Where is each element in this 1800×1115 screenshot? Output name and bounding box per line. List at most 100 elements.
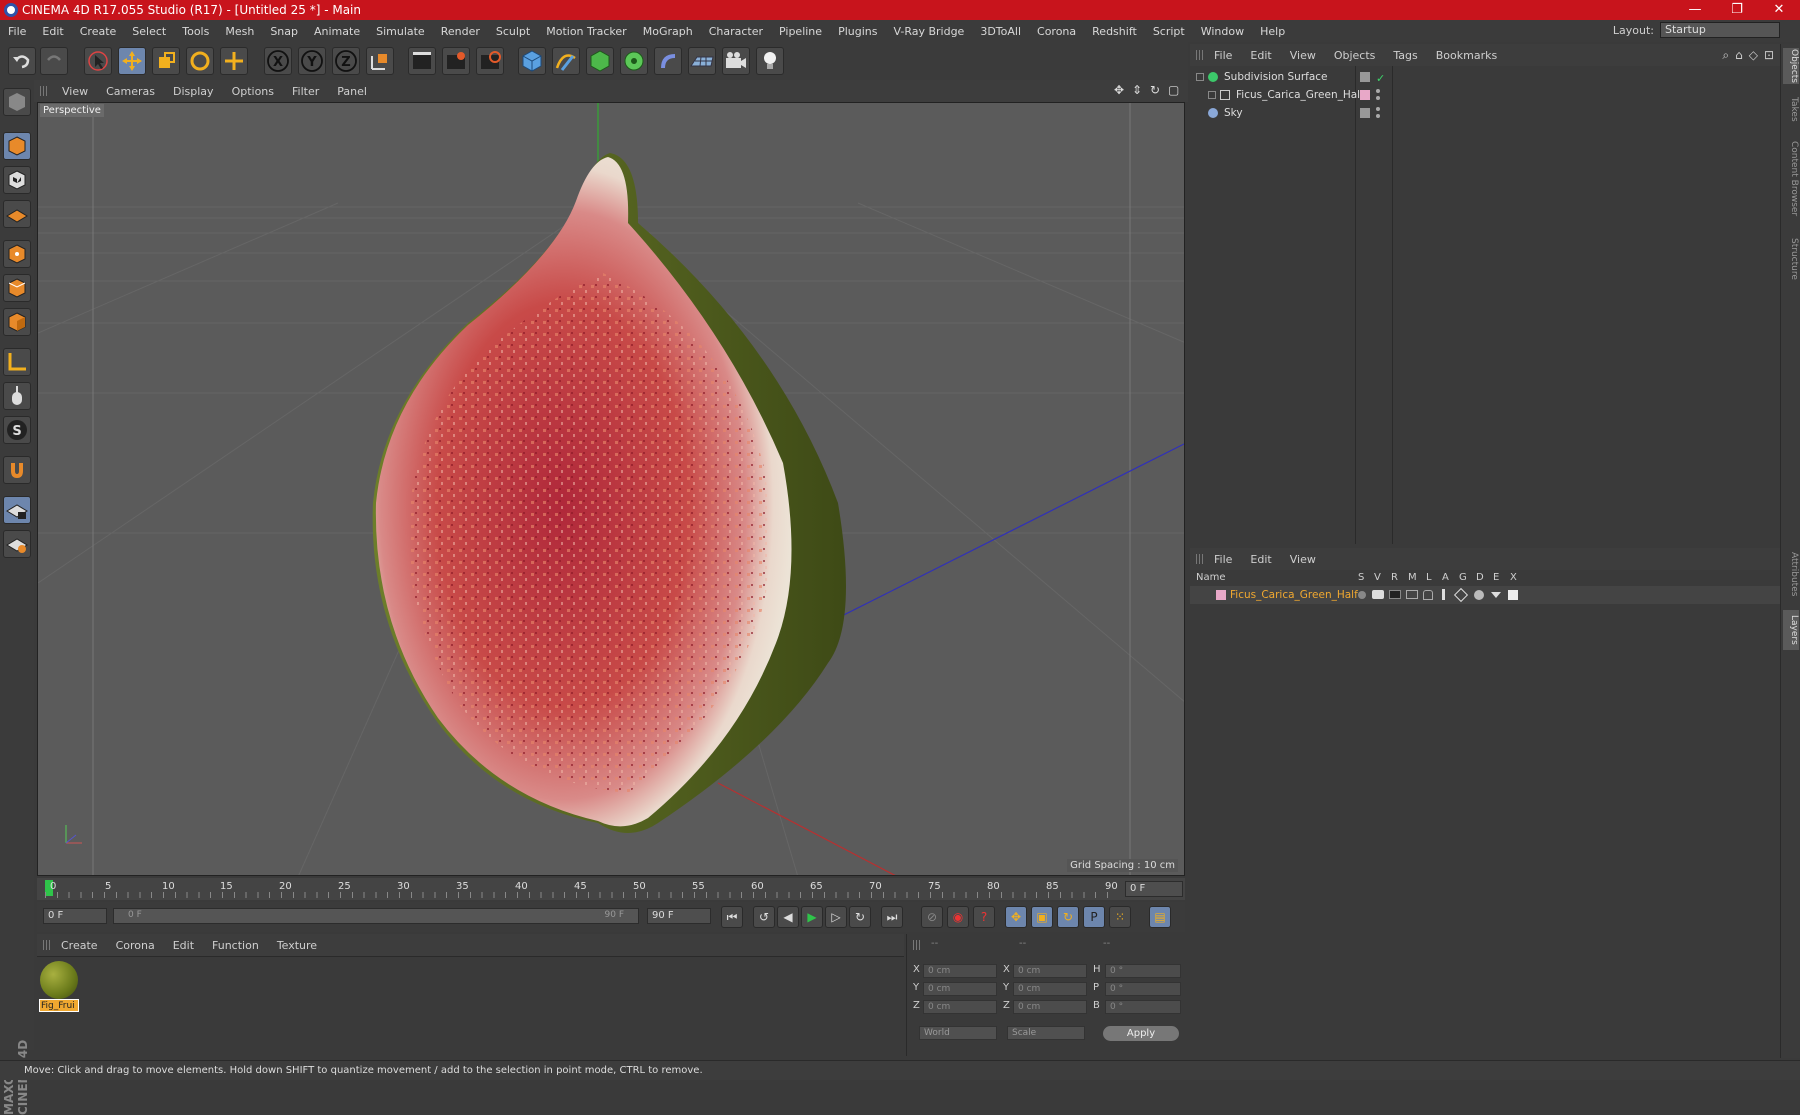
layer-swatch-icon[interactable] [1360,72,1370,82]
tab-content-browser[interactable]: Content Browser [1783,134,1799,224]
viewport-menu-view[interactable]: View [62,85,88,98]
menu-window[interactable]: Window [1201,25,1244,38]
end-frame-field[interactable]: 90 F [647,908,711,924]
close-button[interactable]: ✕ [1758,0,1800,20]
size-y-field[interactable]: 0 cm [1013,982,1087,996]
material-menu-create[interactable]: Create [61,939,98,952]
expand-toggle-icon[interactable] [1208,91,1216,99]
key-position-icon[interactable]: ✥ [1005,906,1027,928]
menu-mesh[interactable]: Mesh [225,25,254,38]
preview-range-slider[interactable]: 0 F 90 F [113,908,639,924]
position-y-field[interactable]: 0 cm [923,982,997,996]
layer-name[interactable]: Ficus_Carica_Green_Half [1230,586,1358,604]
menu-select[interactable]: Select [132,25,166,38]
objects-menu-tags[interactable]: Tags [1393,49,1417,62]
rotation-h-field[interactable]: 0 ° [1105,964,1181,978]
live-selection-icon[interactable] [84,47,112,75]
objects-menu-bookmarks[interactable]: Bookmarks [1436,49,1497,62]
array-cloner-icon[interactable] [620,47,648,75]
z-axis-lock-icon[interactable]: Z [332,47,360,75]
minimize-button[interactable]: — [1674,0,1716,20]
edge-mode-icon[interactable] [3,274,31,302]
menu-motion-tracker[interactable]: Motion Tracker [546,25,626,38]
object-row[interactable]: Ficus_Carica_Green_Half [1190,86,1780,104]
objects-menu-edit[interactable]: Edit [1250,49,1271,62]
lock-icon[interactable] [1423,590,1433,600]
layer-color-icon[interactable] [1360,90,1370,100]
collapse-toggle-icon[interactable] [1196,73,1204,81]
coordinate-system-icon[interactable] [366,47,394,75]
tab-layers[interactable]: Layers [1783,610,1799,650]
light-object-icon[interactable] [756,47,784,75]
menu-vray-bridge[interactable]: V-Ray Bridge [893,25,964,38]
viewport-camera-label[interactable]: Perspective [40,104,104,117]
tab-takes[interactable]: Takes [1783,94,1799,124]
object-name[interactable]: Ficus_Carica_Green_Half [1236,86,1364,104]
material-menu-function[interactable]: Function [212,939,259,952]
objects-menu-file[interactable]: File [1214,49,1232,62]
make-editable-icon[interactable] [3,88,31,116]
undo-button[interactable] [8,47,36,75]
menu-pipeline[interactable]: Pipeline [779,25,822,38]
object-row[interactable]: Subdivision Surface ✓ [1190,68,1780,86]
panel-grip-icon[interactable] [913,940,921,950]
rotate-tool-icon[interactable] [186,47,214,75]
render-dot-icon[interactable] [1376,114,1380,118]
y-axis-lock-icon[interactable]: Y [298,47,326,75]
workplane-mode-icon[interactable] [3,200,31,228]
objects-menu-objects[interactable]: Objects [1334,49,1376,62]
layer-row[interactable]: Ficus_Carica_Green_Half [1190,586,1780,604]
visibility-dot-icon[interactable] [1376,107,1380,111]
visible-eye-icon[interactable] [1372,590,1384,599]
next-frame-icon[interactable]: ▷ [825,906,847,928]
xref-toggle-icon[interactable] [1508,590,1518,600]
object-row[interactable]: Sky [1190,104,1780,122]
menu-help[interactable]: Help [1260,25,1285,38]
go-to-end-icon[interactable]: ⏭ [881,906,903,928]
redo-button[interactable] [40,47,68,75]
objects-menu-view[interactable]: View [1290,49,1316,62]
render-to-picture-viewer-icon[interactable] [442,47,470,75]
viewport-menu-filter[interactable]: Filter [292,85,319,98]
animation-toggle-icon[interactable] [1442,589,1445,600]
spline-pen-icon[interactable] [552,47,580,75]
dolly-icon[interactable]: ⇕ [1132,83,1146,97]
size-z-field[interactable]: 0 cm [1013,1000,1087,1014]
object-name[interactable]: Sky [1224,104,1243,122]
key-parameter-icon[interactable]: P [1083,906,1105,928]
panel-grip-icon[interactable] [1196,554,1204,564]
subdivision-surface-icon[interactable] [586,47,614,75]
apply-button[interactable]: Apply [1103,1026,1179,1041]
locked-workplane-icon[interactable] [3,530,31,558]
floor-object-icon[interactable] [688,47,716,75]
generators-toggle-icon[interactable] [1453,587,1469,603]
position-z-field[interactable]: 0 cm [923,1000,997,1014]
menu-file[interactable]: File [8,25,26,38]
x-axis-lock-icon[interactable]: X [264,47,292,75]
menu-mograph[interactable]: MoGraph [643,25,693,38]
new-window-icon[interactable]: ◇ [1749,48,1758,63]
panel-grip-icon[interactable] [43,940,51,950]
menu-simulate[interactable]: Simulate [376,25,425,38]
record-keys-icon[interactable]: ⊘ [921,906,943,928]
size-x-field[interactable]: 0 cm [1013,964,1087,978]
key-scale-icon[interactable]: ▣ [1031,906,1053,928]
search-icon[interactable]: ⌕ [1722,48,1729,63]
point-mode-icon[interactable] [3,240,31,268]
model-mode-icon[interactable] [3,132,31,160]
menu-3dtoall[interactable]: 3DToAll [980,25,1021,38]
menu-render[interactable]: Render [441,25,480,38]
layers-menu-edit[interactable]: Edit [1250,553,1271,566]
menu-corona[interactable]: Corona [1037,25,1076,38]
move-tool-icon[interactable] [118,47,146,75]
home-icon[interactable]: ⌂ [1735,48,1743,63]
menu-animate[interactable]: Animate [314,25,360,38]
menu-sculpt[interactable]: Sculpt [496,25,530,38]
solo-mode-icon[interactable]: S [3,416,31,444]
key-rotation-icon[interactable]: ↻ [1057,906,1079,928]
viewport-menu-panel[interactable]: Panel [337,85,367,98]
layers-menu-file[interactable]: File [1214,553,1232,566]
rotation-b-field[interactable]: 0 ° [1105,1000,1181,1014]
polygon-mode-icon[interactable] [3,308,31,336]
viewport-menu-options[interactable]: Options [232,85,274,98]
